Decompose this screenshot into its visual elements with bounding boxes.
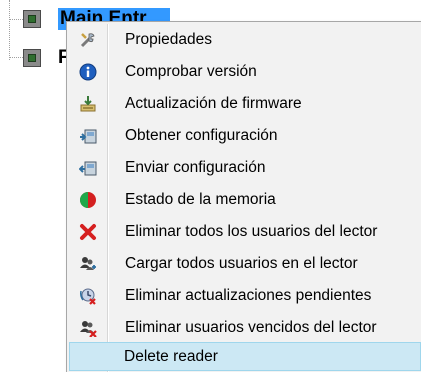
firmware-update-icon	[79, 95, 97, 113]
menu-item-label: Obtener configuración	[125, 127, 278, 144]
menu-item-actualizacion-firmware[interactable]: Actualización de firmware	[69, 89, 421, 118]
menu-item-label: Eliminar todos los usuarios del lector	[125, 223, 378, 240]
menu-item-eliminar-actualizaciones[interactable]: Eliminar actualizaciones pendientes	[69, 281, 421, 310]
context-menu: Propiedades Comprobar versión Actualizac…	[66, 21, 421, 372]
menu-item-cargar-usuarios[interactable]: Cargar todos usuarios en el lector	[69, 249, 421, 278]
get-config-icon	[79, 127, 97, 145]
send-config-icon	[79, 159, 97, 177]
menu-item-label: Delete reader	[124, 348, 218, 365]
menu-item-eliminar-usuarios-vencidos[interactable]: Eliminar usuarios vencidos del lector	[69, 313, 421, 342]
menu-item-label: Eliminar usuarios vencidos del lector	[125, 319, 377, 336]
menu-item-label: Comprobar versión	[125, 63, 257, 80]
menu-item-estado-memoria[interactable]: Estado de la memoria	[69, 185, 421, 214]
menu-item-label: Estado de la memoria	[125, 191, 276, 208]
menu-item-comprobar-version[interactable]: Comprobar versión	[69, 57, 421, 86]
device-icon	[23, 10, 41, 28]
menu-item-delete-reader[interactable]: Delete reader	[69, 342, 421, 371]
red-x-icon	[79, 223, 97, 241]
info-icon	[79, 63, 97, 81]
tools-icon	[79, 31, 97, 49]
menu-item-obtener-configuracion[interactable]: Obtener configuración	[69, 121, 421, 150]
menu-item-eliminar-todos-usuarios[interactable]: Eliminar todos los usuarios del lector	[69, 217, 421, 246]
users-load-icon	[79, 255, 97, 273]
menu-item-label: Enviar configuración	[125, 159, 266, 176]
users-remove-icon	[79, 319, 97, 337]
menu-item-propiedades[interactable]: Propiedades	[69, 25, 421, 54]
menu-item-enviar-configuracion[interactable]: Enviar configuración	[69, 153, 421, 182]
memory-pie-icon	[79, 191, 97, 209]
device-icon	[23, 49, 41, 67]
menu-item-label: Actualización de firmware	[125, 95, 302, 112]
remove-pending-icon	[79, 287, 97, 305]
menu-item-label: Propiedades	[125, 31, 213, 48]
menu-item-label: Eliminar actualizaciones pendientes	[125, 287, 372, 304]
tree-connector	[9, 0, 10, 60]
menu-item-label: Cargar todos usuarios en el lector	[125, 255, 358, 272]
